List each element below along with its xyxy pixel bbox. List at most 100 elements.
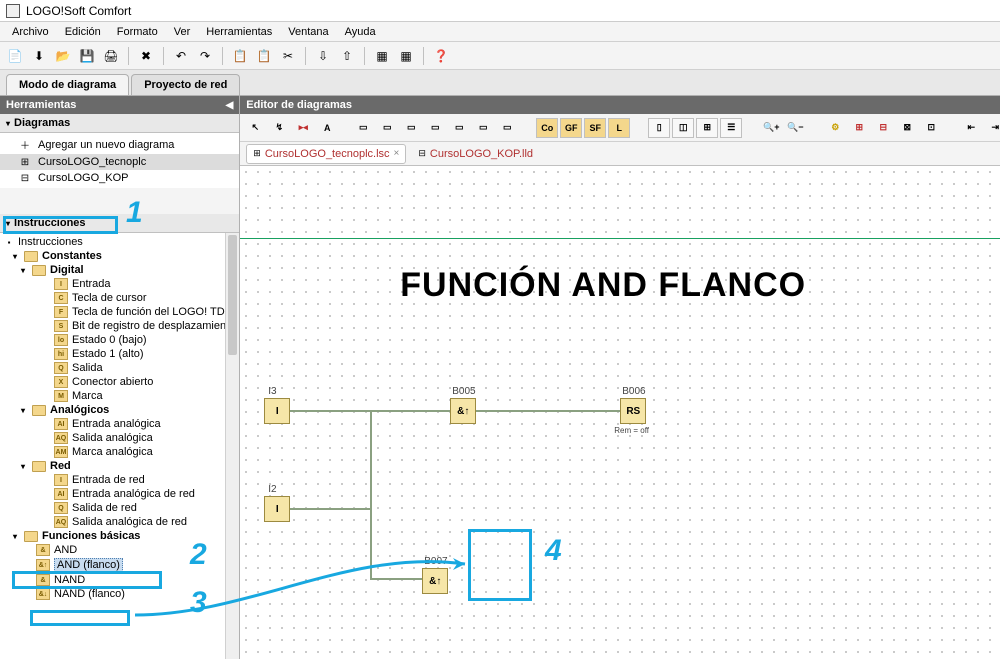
instruction-tree[interactable]: ▪Instrucciones ▾ Constantes ▾ Digital IE… [0,233,239,659]
close-tab-icon[interactable]: × [394,148,400,159]
menu-bar: Archivo Edición Formato Ver Herramientas… [0,22,1000,42]
tree-item-estado1[interactable]: hiEstado 1 (alto) [0,347,239,361]
menu-ventana[interactable]: Ventana [280,24,336,40]
menu-ayuda[interactable]: Ayuda [337,24,384,40]
save-button[interactable]: 💾 [76,45,98,67]
text-tool[interactable]: A [316,118,338,138]
tree-item-nand[interactable]: &NAND [0,573,239,587]
tree-constants[interactable]: ▾ Constantes [0,249,239,263]
tree-item-conector-abierto[interactable]: XConector abierto [0,375,239,389]
sim-tool-2[interactable]: ⊞ [848,118,870,138]
undo-button[interactable]: ↶ [170,45,192,67]
zoom-in-button[interactable]: 🔍+ [760,118,782,138]
sf-button[interactable]: SF [584,118,606,138]
block-tool-7[interactable]: ▭ [496,118,518,138]
block-tool-3[interactable]: ▭ [400,118,422,138]
tree-root[interactable]: ▪Instrucciones [0,235,239,249]
tree-analog[interactable]: ▾ Analógicos [0,403,239,417]
tree-item-salida-red[interactable]: QSalida de red [0,501,239,515]
diagrams-section-header[interactable]: ▾ Diagramas [0,114,239,133]
file-tab-2[interactable]: ⊟ CursoLOGO_KOP.lld [412,145,539,163]
collapse-left-icon[interactable]: ◀ [226,100,234,111]
block-i3[interactable]: I [264,398,290,424]
layout-4-button[interactable]: ☰ [720,118,742,138]
tree-red[interactable]: ▾ Red [0,459,239,473]
gf-button[interactable]: GF [560,118,582,138]
l-button[interactable]: L [608,118,630,138]
file-tab-1[interactable]: ⊞ CursoLOGO_tecnoplc.lsc × [246,144,406,164]
file-icon: ⊟ [418,148,426,159]
tree-item-entrada-analogica-red[interactable]: AIEntrada analógica de red [0,487,239,501]
tab-network-project[interactable]: Proyecto de red [131,74,240,95]
tree-item-salida-analogica-red[interactable]: AQSalida analógica de red [0,515,239,529]
layout-2-button[interactable]: ◫ [672,118,694,138]
link-tool[interactable]: ↯ [268,118,290,138]
tree-item-bit-registro[interactable]: SBit de registro de desplazamiento [0,319,239,333]
redo-button[interactable]: ↷ [194,45,216,67]
cut-wire-tool[interactable]: ▸◂ [292,118,314,138]
tree-basic-functions[interactable]: ▾ Funciones básicas [0,529,239,543]
block-tool-4[interactable]: ▭ [424,118,446,138]
tree-item-tecla-cursor[interactable]: CTecla de cursor [0,291,239,305]
transfer-down-button[interactable]: ⇩ [312,45,334,67]
close-button[interactable]: ✖ [135,45,157,67]
sim-tool-5[interactable]: ⊡ [920,118,942,138]
menu-edicion[interactable]: Edición [57,24,109,40]
download-button[interactable]: ⬇ [28,45,50,67]
co-button[interactable]: Co [536,118,558,138]
window2-button[interactable]: ▦ [395,45,417,67]
tree-item-entrada[interactable]: IEntrada [0,277,239,291]
tools-panel-header[interactable]: Herramientas ◀ [0,96,239,114]
tree-item-nand-flanco[interactable]: &↓NAND (flanco) [0,587,239,601]
tree-item-marca-analogica[interactable]: AMMarca analógica [0,445,239,459]
open-button[interactable]: 📂 [52,45,74,67]
diagram-item-1[interactable]: ⊞ CursoLOGO_tecnoplc [0,154,239,170]
tab-diagram-mode[interactable]: Modo de diagrama [6,74,129,95]
menu-herramientas[interactable]: Herramientas [198,24,280,40]
block-tool-5[interactable]: ▭ [448,118,470,138]
sim-tool-1[interactable]: ⚙ [824,118,846,138]
tree-item-and[interactable]: &AND [0,543,239,557]
align-tool-2[interactable]: ⇥ [984,118,1000,138]
paste-button[interactable]: 📋 [253,45,275,67]
layout-3-button[interactable]: ⊞ [696,118,718,138]
block-tool-2[interactable]: ▭ [376,118,398,138]
window1-button[interactable]: ▦ [371,45,393,67]
instructions-section-header[interactable]: ▾ Instrucciones [0,214,239,233]
menu-formato[interactable]: Formato [109,24,166,40]
block-b007[interactable]: &↑ [422,568,448,594]
copy-button[interactable]: 📋 [229,45,251,67]
block-tool-1[interactable]: ▭ [352,118,374,138]
new-file-button[interactable]: 📄 [4,45,26,67]
tree-item-salida[interactable]: QSalida [0,361,239,375]
block-i2[interactable]: I [264,496,290,522]
transfer-up-button[interactable]: ⇧ [336,45,358,67]
sim-tool-4[interactable]: ⊠ [896,118,918,138]
pointer-tool[interactable]: ↖ [244,118,266,138]
cut-button[interactable]: ✂ [277,45,299,67]
layout-1-button[interactable]: ▯ [648,118,670,138]
tree-item-estado0[interactable]: loEstado 0 (bajo) [0,333,239,347]
tree-item-entrada-red[interactable]: IEntrada de red [0,473,239,487]
help-pointer-button[interactable]: ❓ [430,45,452,67]
tree-scrollbar[interactable] [225,233,239,659]
sim-tool-3[interactable]: ⊟ [872,118,894,138]
diagram-canvas[interactable]: FUNCIÓN AND FLANCO I3 I B005 &↑ B006 RS … [240,166,1000,659]
tree-item-salida-analogica[interactable]: AQSalida analógica [0,431,239,445]
print-button[interactable]: 🖨 [100,45,122,67]
tree-digital[interactable]: ▾ Digital [0,263,239,277]
tree-item-marca[interactable]: MMarca [0,389,239,403]
block-b005[interactable]: &↑ [450,398,476,424]
folder-icon [32,265,46,276]
tree-item-tecla-funcion[interactable]: FTecla de función del LOGO! TD [0,305,239,319]
tree-item-entrada-analogica[interactable]: AIEntrada analógica [0,417,239,431]
menu-ver[interactable]: Ver [166,24,199,40]
tree-item-and-flanco[interactable]: &↑AND (flanco) [0,557,239,573]
block-b006[interactable]: RS [620,398,646,424]
block-tool-6[interactable]: ▭ [472,118,494,138]
zoom-out-button[interactable]: 🔍− [784,118,806,138]
diagram-item-2[interactable]: ⊟ CursoLOGO_KOP [0,170,239,186]
add-diagram-item[interactable]: ＋ Agregar un nuevo diagrama [0,135,239,154]
align-tool-1[interactable]: ⇤ [960,118,982,138]
menu-archivo[interactable]: Archivo [4,24,57,40]
